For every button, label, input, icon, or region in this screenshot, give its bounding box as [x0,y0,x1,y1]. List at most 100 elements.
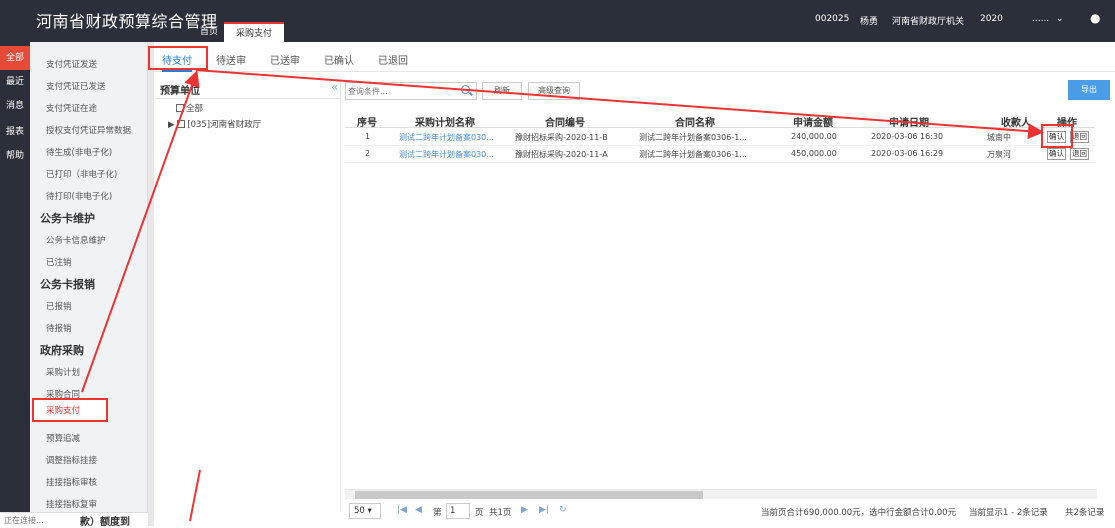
cell-contract-no: 豫财招标采购-2020-11-A [515,150,608,159]
tab-pending-submit[interactable]: 待送审 [216,52,246,67]
sidebar-item[interactable]: 预算追减 [46,432,80,444]
pagination: 50 ▾ |◀ ◀ 第 1 页 共1页 ▶ ▶| ↻ 当前页合计690,000.… [345,503,1115,521]
status-text: 正在连接... [4,516,44,525]
sidebar-item-procurement-payment[interactable]: 采购支付 [32,398,108,422]
record-range: 当前显示1 - 2条记录 [969,508,1048,518]
app-title: 河南省财政预算综合管理 [36,12,218,31]
left-rail: 全部 最近 消息 报表 帮助 [0,42,30,526]
cell-index: 2 [365,149,371,158]
fiscal-year[interactable]: 2020 [980,14,1003,24]
export-button[interactable]: 导出 [1068,80,1110,100]
menu-group-reimburse[interactable]: 公务卡报销 [40,276,95,292]
rail-all[interactable]: 全部 [0,46,30,70]
checkbox-icon[interactable] [177,120,186,128]
tree-title: 预算单位 [160,86,200,97]
horizontal-scrollbar[interactable] [345,489,1097,499]
status-bar: 正在连接... 款）额度到 [0,512,148,528]
sidebar-item[interactable]: 已打印（非电子化) [46,168,117,180]
sidebar-item[interactable]: 待打印(非电子化) [46,190,112,202]
more-dots[interactable]: ...... [1032,14,1049,24]
search-input[interactable] [346,83,454,99]
page-suffix: 页 [475,508,484,518]
collapse-icon[interactable]: « [331,80,338,94]
next-page-icon[interactable]: ▶ [521,505,528,515]
org-name: 河南省财政厅机关 [892,17,965,27]
refresh-icon[interactable]: ↻ [559,505,567,515]
cell-amount: 240,000.00 [791,132,837,141]
col-header[interactable]: 申请金额 [793,114,833,129]
menu-scrollbar[interactable] [148,42,154,526]
sidebar-item[interactable]: 授权支付凭证异常数据 [46,124,131,136]
sidebar-item[interactable]: 支付凭证在途 [46,102,97,114]
menu-group-procurement[interactable]: 政府采购 [40,342,84,358]
sidebar-item[interactable]: 支付凭证发送 [46,58,97,70]
page-size-select[interactable]: 50 ▾ [349,503,381,519]
refresh-button[interactable]: 刷新 [482,82,522,100]
cell-date: 2020-03-06 16:30 [871,132,944,141]
user-name: 杨勇 [860,17,879,27]
table-header: 序号 采购计划名称 合同编号 合同名称 申请金额 申请日期 收款人 操作 [345,112,1095,129]
return-button[interactable]: 退回 [1070,148,1089,160]
sidebar-item[interactable]: 已注销 [46,256,72,268]
table-row[interactable]: 1 测试二跨年计划备案030... 豫财招标采购-2020-11-B 测试二跨年… [345,129,1095,146]
tab-confirmed[interactable]: 已确认 [324,52,354,67]
cell-plan-name[interactable]: 测试二跨年计划备案030... [399,132,505,143]
cell-plan-name[interactable]: 测试二跨年计划备案030... [399,149,505,160]
table-row[interactable]: 2 测试二跨年计划备案030... 豫财招标采购-2020-11-A 测试二跨年… [345,146,1095,163]
tab-procurement-payment[interactable]: 采购支付 [224,22,284,42]
record-total: 共2条记录 [1065,508,1105,518]
sidebar-item[interactable]: 已报销 [46,300,72,312]
sidebar-item[interactable]: 公务卡信息维护 [46,234,106,246]
budget-unit-tree: 预算单位 « 全部 ▶ [035]河南省财政厅 [156,80,341,512]
chevron-down-icon[interactable]: ⌄ [1056,14,1064,24]
cell-payee: 城南中 [987,133,1011,142]
tab-submitted[interactable]: 已送审 [270,52,300,67]
tab-home[interactable]: 首页 [192,22,226,42]
sidebar-item[interactable]: 待生成(非电子化) [46,146,112,158]
advanced-search-button[interactable]: 高级查询 [528,82,580,100]
sidebar-item[interactable]: 挂接指标审核 [46,476,97,488]
total-pages: 共1页 [489,508,512,518]
tree-node-unit[interactable]: ▶ [035]河南省财政厅 [168,118,261,130]
confirm-button[interactable]: 确认 [1047,148,1066,160]
search-icon[interactable] [461,85,470,94]
tree-node-label: [035]河南省财政厅 [187,120,262,130]
expand-arrow-icon[interactable]: ▶ [168,120,175,130]
top-bar: 河南省财政预算综合管理 首页 采购支付 002025 杨勇 河南省财政厅机关 2… [0,0,1115,42]
rail-recent[interactable]: 最近 [0,70,30,94]
col-header[interactable]: 采购计划名称 [415,114,475,129]
sidebar-item[interactable]: 调整指标挂接 [46,454,97,466]
rail-help[interactable]: 帮助 [0,144,30,168]
page-number-input[interactable]: 1 [446,503,470,519]
col-header[interactable]: 收款人 [1001,114,1031,129]
scrollbar-thumb[interactable] [355,491,703,499]
menu-group-card[interactable]: 公务卡维护 [40,210,95,226]
cell-date: 2020-03-06 16:29 [871,149,944,158]
tab-returned[interactable]: 已退回 [378,52,408,67]
sidebar-item[interactable]: 挂接指标复审 [46,498,97,510]
user-icon[interactable]: ● [1090,11,1100,25]
col-header[interactable]: 合同名称 [675,114,715,129]
rail-reports[interactable]: 报表 [0,120,30,144]
sidebar-item[interactable]: 采购计划 [46,366,80,378]
divider [156,98,341,99]
first-page-icon[interactable]: |◀ [397,505,407,515]
sidebar-menu: 支付凭证发送 支付凭证已发送 支付凭证在途 授权支付凭证异常数据 待生成(非电子… [30,42,148,526]
last-page-icon[interactable]: ▶| [539,505,549,515]
col-header[interactable]: 合同编号 [545,114,585,129]
sidebar-item[interactable]: 支付凭证已发送 [46,80,106,92]
col-header[interactable]: 申请日期 [889,114,929,129]
search-field[interactable] [345,82,477,100]
cell-index: 1 [365,132,371,141]
page-size-value: 50 [354,506,365,516]
sidebar-item[interactable]: 待报销 [46,322,72,334]
col-header[interactable]: 序号 [357,114,377,129]
checkbox-icon[interactable] [176,104,184,112]
rail-messages[interactable]: 消息 [0,94,30,118]
status-tabs: 待支付 待送审 已送审 已确认 已退回 [150,46,1115,72]
cell-contract-name: 测试二跨年计划备案0306-1... [639,150,747,159]
page-prefix: 第 [433,508,442,518]
prev-page-icon[interactable]: ◀ [415,505,422,515]
cell-contract-no: 豫财招标采购-2020-11-B [515,133,608,142]
tree-node-all[interactable]: 全部 [176,102,203,114]
